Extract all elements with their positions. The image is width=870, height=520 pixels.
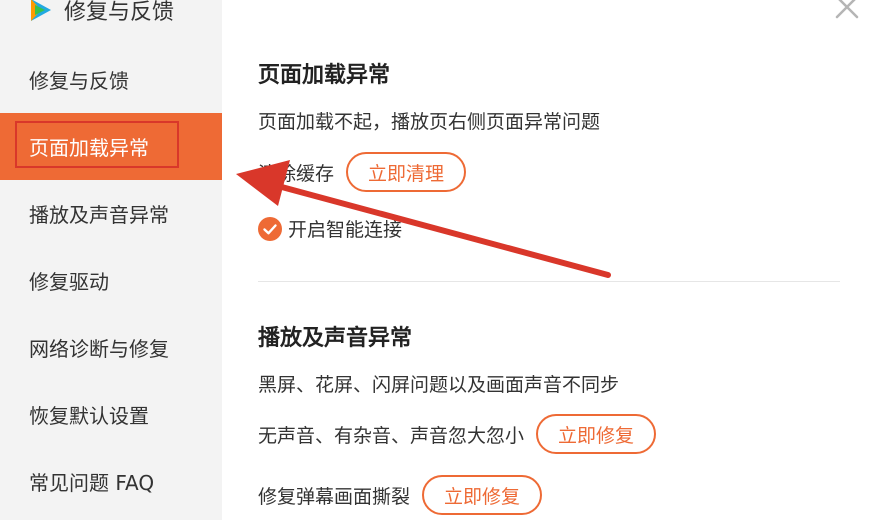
section-divider bbox=[258, 281, 840, 282]
audio-fix-row: 无声音、有杂音、声音忽大忽小 立即修复 bbox=[258, 414, 657, 454]
clear-now-button[interactable]: 立即清理 bbox=[346, 152, 467, 192]
sidebar-item-repair-feedback[interactable]: 修复与反馈 bbox=[0, 46, 222, 113]
audio-issue-label: 无声音、有杂音、声音忽大忽小 bbox=[258, 424, 525, 447]
smart-connect-checkbox[interactable]: 开启智能连接 bbox=[258, 215, 402, 242]
danmaku-issue-label: 修复弹幕画面撕裂 bbox=[258, 485, 411, 508]
section-title-playback: 播放及声音异常 bbox=[258, 326, 413, 351]
sidebar-item-playback-audio-error[interactable]: 播放及声音异常 bbox=[0, 180, 222, 247]
sidebar-item-restore-defaults[interactable]: 恢复默认设置 bbox=[0, 381, 222, 448]
danmaku-fix-button[interactable]: 立即修复 bbox=[422, 475, 543, 515]
sidebar-item-page-load-error[interactable]: 页面加载异常 bbox=[0, 113, 222, 180]
sidebar-item-faq[interactable]: 常见问题 FAQ bbox=[0, 448, 222, 515]
clear-cache-label: 清除缓存 bbox=[258, 162, 335, 185]
sidebar-item-repair-driver[interactable]: 修复驱动 bbox=[0, 247, 222, 314]
video-app-logo-icon bbox=[31, 0, 51, 21]
audio-fix-button[interactable]: 立即修复 bbox=[536, 414, 657, 454]
sidebar: 修复与反馈 修复与反馈 页面加载异常 播放及声音异常 修复驱动 网络诊断与修复 … bbox=[0, 0, 222, 520]
smart-connect-label: 开启智能连接 bbox=[288, 219, 403, 241]
sidebar-item-network-diagnosis[interactable]: 网络诊断与修复 bbox=[0, 314, 222, 381]
app-title: 修复与反馈 bbox=[64, 0, 175, 25]
app-header: 修复与反馈 bbox=[26, 0, 174, 27]
check-circle-icon bbox=[258, 216, 282, 241]
section-description-playback: 黑屏、花屏、闪屏问题以及画面声音不同步 bbox=[258, 374, 620, 396]
clear-cache-row: 清除缓存 立即清理 bbox=[258, 152, 467, 192]
section-title-page-load: 页面加载异常 bbox=[258, 63, 391, 88]
close-icon[interactable] bbox=[834, 0, 860, 20]
section-description-page-load: 页面加载不起，播放页右侧页面异常问题 bbox=[258, 111, 601, 133]
danmaku-fix-row: 修复弹幕画面撕裂 立即修复 bbox=[258, 475, 543, 515]
